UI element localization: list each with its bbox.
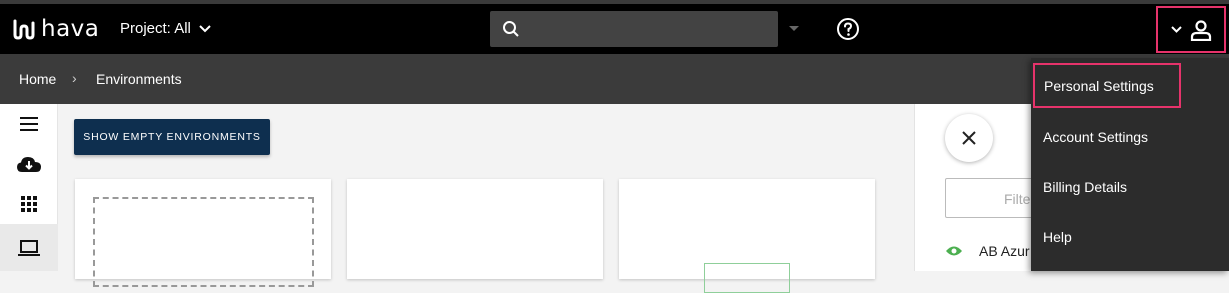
project-selector[interactable]: Project: All (120, 20, 211, 37)
environment-card[interactable] (619, 179, 875, 293)
cloud-download-icon (17, 157, 41, 172)
add-environment-placeholder[interactable] (93, 197, 314, 287)
logo-text: hava (41, 16, 100, 42)
menu-icon (20, 117, 38, 131)
eye-icon[interactable] (945, 245, 963, 257)
question-circle-icon (837, 18, 859, 40)
environments-main: SHOW EMPTY ENVIRONMENTS (59, 104, 914, 293)
search-box (490, 11, 778, 47)
sidebar-item-import[interactable] (0, 144, 58, 184)
show-empty-environments-button[interactable]: SHOW EMPTY ENVIRONMENTS (74, 119, 270, 155)
user-menu-button[interactable] (1156, 6, 1226, 53)
app-header: hava Project: All (0, 4, 1229, 54)
menu-item-billing-details[interactable]: Billing Details (1031, 162, 1229, 212)
logo[interactable]: hava (12, 16, 99, 42)
sidebar-item-menu[interactable] (0, 104, 58, 144)
project-label: Project: All (120, 20, 191, 37)
laptop-icon (18, 239, 40, 256)
sidebar-item-grid[interactable] (0, 184, 58, 224)
hava-logo-icon (13, 19, 35, 40)
environment-list-item[interactable]: AB Azur (945, 243, 1030, 259)
menu-item-account-settings[interactable]: Account Settings (1031, 112, 1229, 162)
search-dropdown-caret-icon[interactable] (789, 26, 799, 31)
breadcrumb-home[interactable]: Home (19, 71, 56, 87)
environment-name: AB Azur (979, 243, 1030, 259)
menu-item-help[interactable]: Help (1031, 212, 1229, 262)
close-button[interactable] (945, 114, 993, 162)
search-icon (503, 21, 519, 37)
search-input[interactable] (528, 11, 768, 47)
sidebar-item-environments[interactable] (0, 224, 58, 271)
user-dropdown-menu: Personal Settings Account Settings Billi… (1031, 58, 1229, 271)
diagram-preview (704, 263, 790, 293)
environment-card[interactable] (75, 179, 331, 287)
menu-item-personal-settings[interactable]: Personal Settings (1033, 63, 1181, 108)
close-icon (962, 131, 976, 145)
chevron-down-icon (199, 24, 211, 32)
sidebar (0, 104, 58, 271)
help-button[interactable] (836, 17, 860, 46)
breadcrumb-current: Environments (96, 71, 182, 87)
environment-card[interactable] (347, 179, 603, 279)
user-icon (1190, 19, 1211, 41)
chevron-down-icon (1170, 26, 1182, 33)
breadcrumb-separator: › (72, 70, 77, 86)
grid-icon (21, 196, 37, 212)
filter-placeholder: Filte (1004, 191, 1031, 207)
